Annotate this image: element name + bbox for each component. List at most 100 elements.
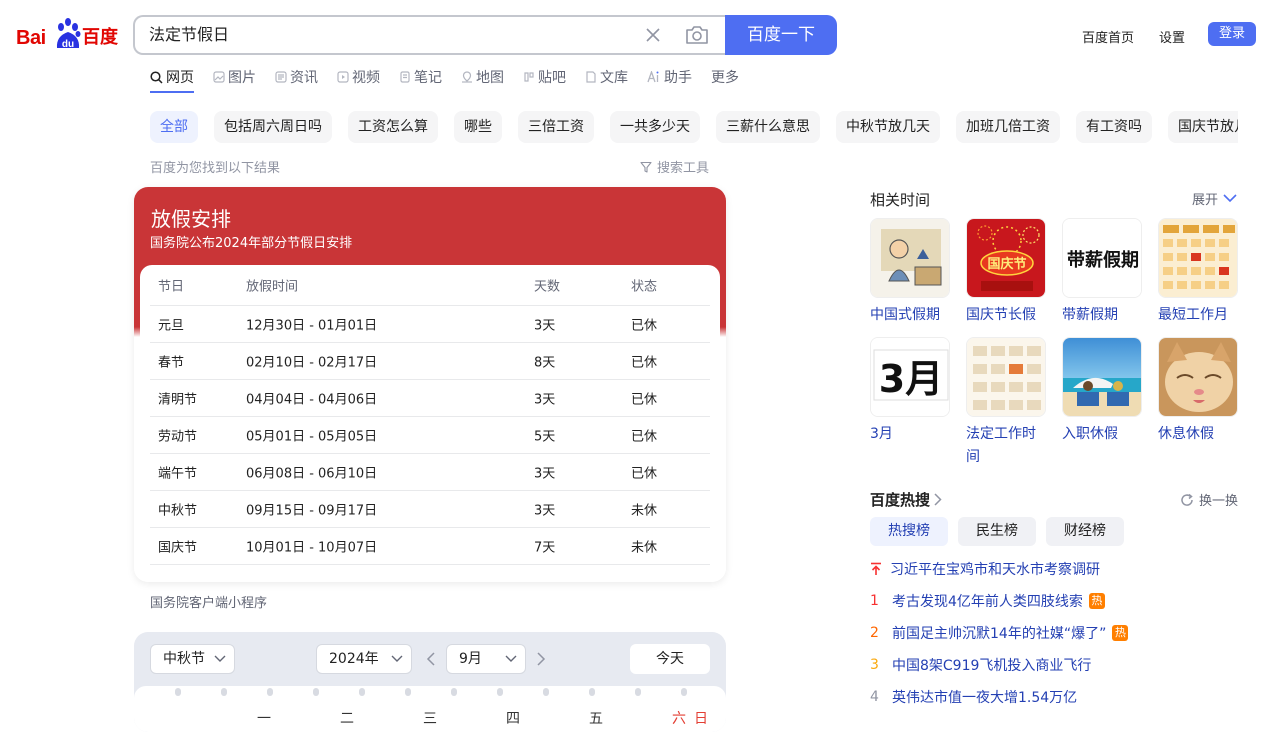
search-box[interactable]: 法定节假日	[133, 15, 729, 55]
image-text: 3月	[879, 357, 943, 401]
chip-suggestion[interactable]: 国庆节放几	[1168, 111, 1238, 143]
holiday-status: 已休	[631, 392, 658, 408]
expand-button[interactable]: 展开	[1192, 189, 1237, 208]
related-item[interactable]: 中国式假期	[870, 218, 950, 327]
camera-icon[interactable]	[685, 24, 709, 46]
tab-images[interactable]: 图片	[213, 66, 256, 88]
weekday-header: 五	[589, 711, 603, 727]
login-button[interactable]: 登录	[1208, 22, 1256, 46]
month-select[interactable]: 9月	[446, 644, 526, 674]
related-item[interactable]: 法定工作时间	[966, 337, 1046, 469]
filter-chips: 全部 包括周六周日吗 工资怎么算 哪些 三倍工资 一共多少天 三薪什么意思 中秋…	[150, 111, 1238, 143]
weekday-header: 四	[506, 711, 520, 727]
holiday-days: 7天	[534, 540, 556, 556]
chevron-right-icon	[934, 493, 942, 506]
tab-video[interactable]: 视频	[337, 66, 380, 88]
baidu-logo[interactable]: Bai du 百度	[16, 18, 118, 52]
chip-suggestion[interactable]: 一共多少天	[610, 111, 700, 143]
sleepy-kitten-image	[1158, 337, 1238, 417]
search-icon	[150, 70, 163, 84]
search-tabs: 网页 图片 资讯 视频 笔记 地图 贴吧 文库 助手 更多	[150, 66, 758, 96]
hot-item[interactable]: 习近平在宝鸡市和天水市考察调研	[870, 559, 1100, 579]
hot-item[interactable]: 2 前国足主帅沉默14年的社媒“爆了” 热	[870, 623, 1129, 643]
filter-icon	[640, 161, 652, 173]
search-tools-button[interactable]: 搜索工具	[640, 157, 709, 176]
hot-rank: 1	[870, 593, 879, 609]
holiday-days: 3天	[534, 466, 556, 482]
chip-suggestion[interactable]: 有工资吗	[1076, 111, 1152, 143]
logo-chinese-text: 百度	[82, 27, 118, 48]
tab-label: 地图	[476, 70, 504, 86]
holiday-status: 已休	[631, 429, 658, 445]
chip-suggestion[interactable]: 三倍工资	[518, 111, 594, 143]
national-day-fireworks-image: 国庆节	[966, 218, 1046, 298]
holiday-schedule-card: 放假安排 国务院公布2024年部分节假日安排 节日 放假时间 天数 状态 元旦 …	[134, 187, 726, 582]
cartoon-vacation-image	[870, 218, 950, 298]
calendar-grid-image	[1158, 218, 1238, 298]
table-row: 春节 02月10日 - 02月17日 8天 已休	[150, 343, 710, 380]
chip-suggestion[interactable]: 工资怎么算	[348, 111, 438, 143]
related-item[interactable]: 3月 3月	[870, 337, 950, 446]
related-item[interactable]: 带薪假期 带薪假期	[1062, 218, 1142, 327]
tab-news[interactable]: 资讯	[275, 66, 318, 88]
today-button[interactable]: 今天	[630, 644, 710, 674]
hot-search-title[interactable]: 百度热搜	[870, 489, 942, 510]
prev-month-icon[interactable]	[426, 652, 436, 666]
settings-link[interactable]: 设置	[1159, 27, 1185, 46]
tab-wenku[interactable]: 文库	[585, 66, 628, 88]
header-cell: 节日	[158, 279, 185, 295]
holiday-name: 中秋节	[158, 503, 198, 519]
document-icon	[586, 71, 596, 83]
clear-icon[interactable]	[644, 26, 662, 44]
chip-suggestion[interactable]: 哪些	[454, 111, 502, 143]
next-month-icon[interactable]	[536, 652, 546, 666]
tab-tieba[interactable]: 贴吧	[523, 66, 566, 88]
binding-ring	[221, 688, 227, 696]
hot-tab-trending[interactable]: 热搜榜	[870, 517, 948, 546]
related-item[interactable]: 国庆节 国庆节长假	[966, 218, 1046, 327]
related-item[interactable]: 入职休假	[1062, 337, 1142, 446]
tab-web[interactable]: 网页	[150, 66, 194, 93]
refresh-button[interactable]: 换一换	[1180, 490, 1238, 509]
hot-item[interactable]: 3 中国8架C919飞机投入商业飞行	[870, 655, 1091, 675]
related-item[interactable]: 最短工作月	[1158, 218, 1238, 327]
search-input[interactable]: 法定节假日	[149, 17, 629, 53]
chip-all[interactable]: 全部	[150, 111, 198, 143]
tieba-icon	[524, 72, 534, 82]
related-item-label: 3月	[870, 426, 893, 442]
chip-suggestion[interactable]: 包括周六周日吗	[214, 111, 332, 143]
holiday-status: 已休	[631, 318, 658, 334]
chevron-down-icon	[214, 655, 226, 662]
hot-item[interactable]: 1 考古发现4亿年前人类四肢线索 热	[870, 591, 1105, 611]
binding-ring	[405, 688, 411, 696]
year-select[interactable]: 2024年	[316, 644, 412, 674]
tab-map[interactable]: 地图	[461, 66, 504, 88]
hot-item[interactable]: 4 英伟达市值一夜大增1.54万亿	[870, 687, 1077, 707]
paid-leave-calligraphy-image: 带薪假期	[1062, 218, 1142, 298]
holiday-dates: 04月04日 - 04月06日	[246, 392, 378, 408]
holiday-status: 未休	[631, 540, 658, 556]
chip-suggestion[interactable]: 加班几倍工资	[956, 111, 1060, 143]
holiday-table-container: 节日 放假时间 天数 状态 元旦 12月30日 - 01月01日 3天 已休 春…	[140, 265, 720, 576]
tab-notes[interactable]: 笔记	[399, 66, 442, 88]
holiday-name: 清明节	[158, 392, 198, 408]
tab-label: 资讯	[290, 70, 318, 86]
hot-item-text: 前国足主帅沉默14年的社媒“爆了”	[892, 626, 1107, 642]
hot-tab-livelihood[interactable]: 民生榜	[958, 517, 1036, 546]
chip-suggestion[interactable]: 中秋节放几天	[836, 111, 940, 143]
chevron-down-icon	[1223, 194, 1237, 203]
chip-suggestion[interactable]: 三薪什么意思	[716, 111, 820, 143]
tab-more[interactable]: 更多	[711, 66, 739, 88]
holiday-select[interactable]: 中秋节	[150, 644, 235, 674]
tab-label: 贴吧	[538, 70, 566, 86]
tab-assistant[interactable]: 助手	[647, 66, 692, 88]
related-item[interactable]: 休息休假	[1158, 337, 1238, 446]
hot-item-text: 英伟达市值一夜大增1.54万亿	[892, 690, 1078, 706]
baidu-home-link[interactable]: 百度首页	[1082, 27, 1134, 46]
table-header: 节日 放假时间 天数 状态	[150, 265, 710, 306]
binding-ring	[451, 688, 457, 696]
miniapp-source-link[interactable]: 国务院客户端小程序	[150, 592, 267, 611]
note-icon	[400, 71, 410, 83]
hot-tab-finance[interactable]: 财经榜	[1046, 517, 1124, 546]
search-button[interactable]: 百度一下	[725, 15, 837, 55]
